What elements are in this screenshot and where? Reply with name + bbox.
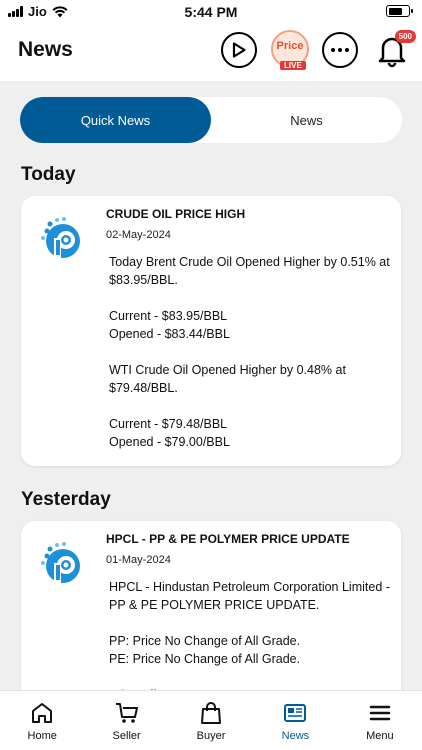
menu-icon bbox=[369, 705, 391, 721]
nav-label-home: Home bbox=[27, 730, 57, 742]
nav-item-buyer[interactable]: Buyer bbox=[169, 691, 253, 750]
price-live-button[interactable]: Price LIVE bbox=[271, 30, 309, 70]
nav-item-seller[interactable]: Seller bbox=[84, 691, 168, 750]
battery-icon bbox=[386, 5, 413, 17]
news-icon bbox=[284, 704, 307, 722]
card-date: 02-May-2024 bbox=[106, 229, 171, 241]
chat-icon bbox=[331, 48, 349, 52]
tab-quick-news[interactable]: Quick News bbox=[20, 97, 211, 143]
price-label: Price bbox=[276, 40, 304, 52]
page-title: News bbox=[18, 38, 73, 61]
company-logo-icon bbox=[41, 217, 80, 258]
nav-label-menu: Menu bbox=[366, 730, 394, 742]
nav-item-news[interactable]: News bbox=[253, 691, 337, 750]
news-tabs: Quick News News bbox=[20, 97, 402, 143]
bottom-nav: Home Seller Buyer News Menu bbox=[0, 690, 422, 750]
home-icon bbox=[32, 703, 53, 723]
nav-label-seller: Seller bbox=[112, 730, 141, 742]
section-title-today: Today bbox=[21, 164, 76, 185]
cart-icon bbox=[115, 703, 138, 723]
company-logo-icon bbox=[41, 542, 80, 583]
chat-button[interactable] bbox=[322, 32, 358, 68]
status-time: 5:44 PM bbox=[184, 4, 238, 20]
nav-label-buyer: Buyer bbox=[196, 730, 226, 742]
card-body: HPCL - Hindustan Petroleum Corporation L… bbox=[109, 580, 390, 702]
play-icon bbox=[232, 42, 246, 58]
nav-label-news: News bbox=[281, 730, 310, 742]
nav-item-menu[interactable]: Menu bbox=[338, 691, 422, 750]
live-badge: LIVE bbox=[280, 61, 306, 70]
notifications-button[interactable]: 500 bbox=[374, 30, 416, 68]
nav-item-home[interactable]: Home bbox=[0, 691, 84, 750]
section-title-yesterday: Yesterday bbox=[21, 489, 111, 510]
play-button[interactable] bbox=[221, 32, 257, 68]
card-date: 01-May-2024 bbox=[106, 554, 171, 566]
app-header: News Price LIVE 500 bbox=[0, 24, 422, 81]
card-body: Today Brent Crude Oil Opened Higher by 0… bbox=[109, 255, 390, 449]
tab-news[interactable]: News bbox=[211, 97, 402, 143]
card-title: HPCL - PP & PE POLYMER PRICE UPDATE bbox=[106, 532, 350, 546]
news-card[interactable]: CRUDE OIL PRICE HIGH 02-May-2024 Today B… bbox=[21, 196, 401, 466]
card-title: CRUDE OIL PRICE HIGH bbox=[106, 207, 246, 221]
notification-count-badge: 500 bbox=[394, 30, 416, 43]
status-bar: Jio 5:44 PM bbox=[0, 0, 422, 24]
bag-icon bbox=[201, 702, 222, 724]
